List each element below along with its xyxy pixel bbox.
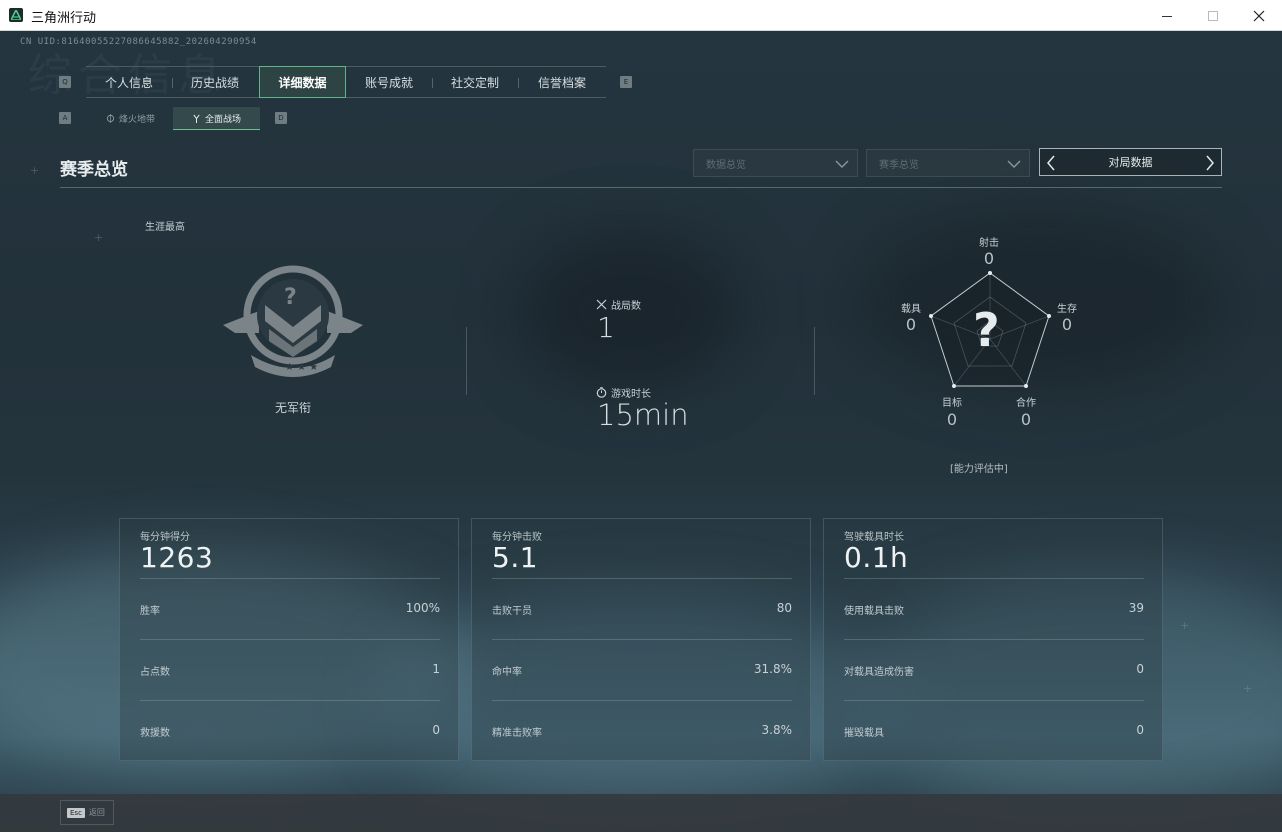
app-logo-icon [9,8,23,22]
season-dropdown[interactable]: 赛季总览 [866,149,1030,177]
kills-per-minute-card: 每分钟击败 5.1 击败干员 80 命中率 31.8% 精准击败率 3.8% [471,518,811,761]
row-label: 胜率 [140,606,160,617]
key-hint-e: E [620,76,632,88]
player-uid: CN UID:8164005522708664588​2_20260429095… [20,37,257,47]
divider [814,327,815,395]
radar-value-vehicle: 0 [905,315,917,334]
card-row: 精准击败率 3.8% [492,700,792,761]
score-per-minute-card: 每分钟得分 1263 胜率 100% 占点数 1 救援数 0 [119,518,459,761]
row-value: 80 [776,601,792,615]
radar-value-objective: 0 [946,410,958,429]
card-row: 命中率 31.8% [492,639,792,700]
row-label: 救援数 [140,728,170,739]
chevron-right-icon[interactable] [1205,155,1215,171]
radar-label-teamwork: 合作 [1016,398,1036,409]
tab-extraction-mode[interactable]: 烽火地带 [88,107,173,130]
row-value: 3.8% [761,723,793,737]
tab-match-history[interactable]: 历史战绩 [172,67,258,97]
main-tab-bar: 个人信息 历史战绩 详细数据 账号成就 社交定制 信誉档案 [86,66,606,98]
card-row: 救援数 0 [140,700,440,761]
radar-value-shooting: 0 [983,249,995,268]
row-value: 100% [405,601,440,615]
crossed-swords-icon [596,299,607,310]
matches-value: 1 [597,311,615,344]
stopwatch-icon [596,387,607,398]
key-hint-d: D [275,112,287,124]
crosshair-decoration: + [1180,619,1190,632]
bottom-action-bar: Esc 返回 [0,794,1282,832]
rank-label: 无军衔 [274,401,311,415]
row-value: 0 [1136,662,1144,676]
flame-icon [106,114,115,123]
key-hint-q: Q [59,76,71,88]
close-button[interactable] [1236,0,1282,31]
game-screen: 综合信息 CN UID:8164005522708664588​2_202604… [0,31,1282,832]
maximize-button[interactable] [1190,0,1236,31]
svg-text:★ ★ ★: ★ ★ ★ [285,362,318,373]
chevron-down-icon [1007,160,1021,168]
radar-label-vehicle: 载具 [901,304,921,315]
card-row: 击败干员 80 [492,578,792,639]
vehicle-time-card: 驾驶载具时长 0.1h 使用载具击败 39 对载具造成伤害 0 摧毁载具 0 [823,518,1163,761]
card-value: 1263 [140,541,214,574]
data-type-pager[interactable]: 对局数据 [1039,148,1222,176]
crosshair-decoration: + [1243,682,1253,695]
esc-key-hint: Esc [67,807,85,818]
card-row: 占点数 1 [140,639,440,700]
tab-achievements[interactable]: 账号成就 [346,67,432,97]
crosshair-decoration: + [94,231,104,244]
rank-emblem-icon: ★ ★ ★ ? [215,263,371,387]
section-title: 赛季总览 [60,160,128,180]
back-button[interactable]: Esc 返回 [60,800,114,825]
card-row: 胜率 100% [140,578,440,639]
tab-social[interactable]: 社交定制 [432,67,518,97]
tab-personal-info[interactable]: 个人信息 [86,67,172,97]
crosshair-decoration: + [30,164,40,177]
radar-unknown-symbol: ? [973,303,1000,357]
tab-warfare-mode[interactable]: 全面战场 [173,107,260,130]
card-row: 摧毁载具 0 [844,700,1144,761]
data-category-dropdown[interactable]: 数据总览 [693,149,858,177]
window-titlebar: 三角洲行动 [0,0,1282,31]
radar-label-shooting: 射击 [979,238,999,249]
card-value: 5.1 [492,541,539,574]
window-title: 三角洲行动 [31,11,97,26]
rank-unknown-symbol: ? [284,285,297,310]
key-hint-a: A [59,112,71,124]
row-value: 0 [432,723,440,737]
row-label: 击败干员 [492,606,532,617]
minimize-button[interactable] [1144,0,1190,31]
tab-detailed-data[interactable]: 详细数据 [259,66,346,98]
career-best-label: 生涯最高 [145,222,185,233]
row-label: 使用载具击败 [844,606,904,617]
chevron-down-icon [835,160,849,168]
card-row: 使用载具击败 39 [844,578,1144,639]
row-label: 命中率 [492,667,522,678]
radar-value-teamwork: 0 [1020,410,1032,429]
row-label: 摧毁载具 [844,728,884,739]
card-row: 对载具造成伤害 0 [844,639,1144,700]
card-value: 0.1h [844,541,909,574]
playtime-value: 15min [597,398,689,432]
back-label: 返回 [88,808,105,817]
tab-reputation[interactable]: 信誉档案 [518,67,606,97]
fork-icon [193,114,200,123]
radar-label-survival: 生存 [1057,304,1077,315]
radar-label-objective: 目标 [942,398,962,409]
radar-value-survival: 0 [1061,315,1073,334]
row-value: 1 [432,662,440,676]
row-label: 占点数 [140,667,170,678]
radar-status-note: [能力评估中] [950,464,1008,475]
row-label: 对载具造成伤害 [844,667,914,678]
row-value: 31.8% [753,662,792,676]
row-label: 精准击败率 [492,728,542,739]
section-divider [60,187,1222,188]
divider [466,327,467,395]
chevron-left-icon[interactable] [1046,155,1056,171]
row-value: 0 [1136,723,1144,737]
row-value: 39 [1128,601,1144,615]
matches-label: 战局数 [596,297,641,312]
